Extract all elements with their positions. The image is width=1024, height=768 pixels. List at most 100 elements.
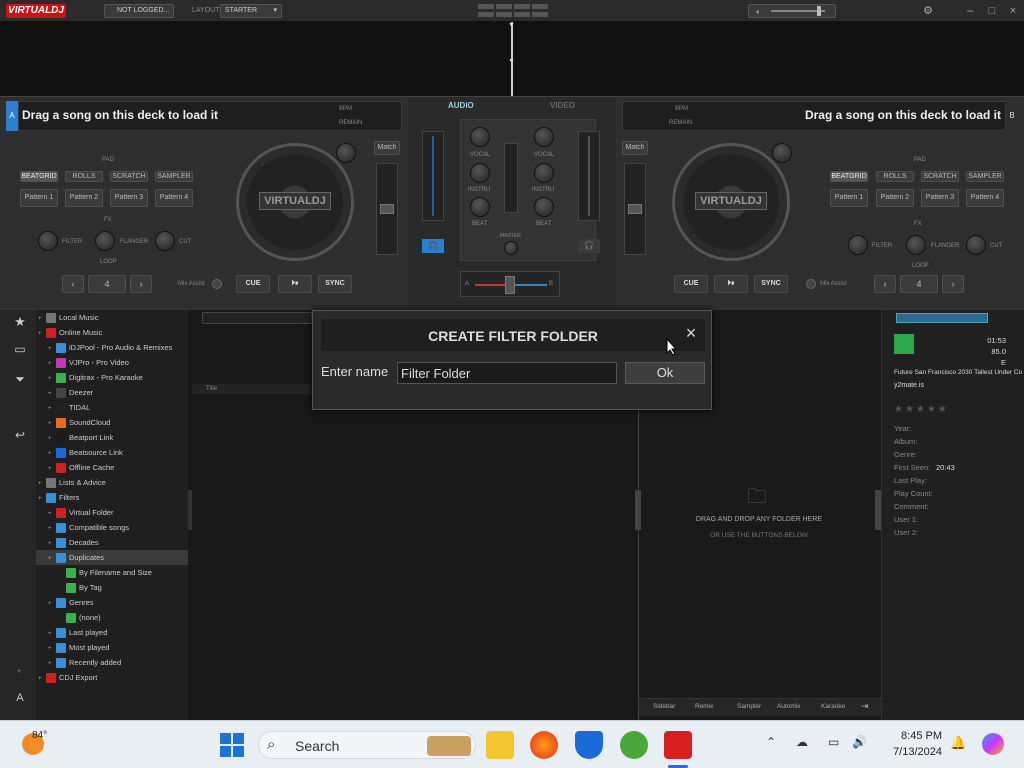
- tree-item[interactable]: + Decades: [36, 535, 188, 550]
- tree-item[interactable]: + SoundCloud: [36, 415, 188, 430]
- mix-assist-toggle-left[interactable]: [212, 279, 222, 289]
- pad-mode-sampler-left[interactable]: SAMPLER: [155, 171, 193, 182]
- tree-item[interactable]: + CDJ Export: [36, 670, 188, 685]
- ok-button[interactable]: Ok: [625, 362, 705, 384]
- sidebar-collapse-handle[interactable]: [188, 490, 192, 530]
- pitch-slider-left[interactable]: [376, 163, 398, 255]
- fx-cut-knob-right[interactable]: [966, 235, 986, 255]
- play-pause-button-left[interactable]: ⏵⏸: [278, 275, 312, 293]
- tree-item[interactable]: + Deezer: [36, 385, 188, 400]
- tree-item[interactable]: + Digitrax - Pro Karaoke: [36, 370, 188, 385]
- volume-fader-left[interactable]: [422, 131, 444, 221]
- tree-item[interactable]: + Beatport Link: [36, 430, 188, 445]
- fx-filter-knob-left[interactable]: [38, 231, 58, 251]
- match-button-right[interactable]: Match: [622, 141, 648, 155]
- tree-item[interactable]: + Filters: [36, 490, 188, 505]
- virtualdj-taskbar-icon[interactable]: [664, 731, 692, 759]
- stem-instru-knob-left[interactable]: [470, 163, 490, 183]
- info-field-value[interactable]: 20:43: [936, 463, 955, 472]
- master-volume-slider[interactable]: ◂: [748, 4, 836, 18]
- tab-sampler[interactable]: Sampler: [737, 703, 761, 710]
- pad-pattern-2-left[interactable]: Pattern 2: [65, 189, 103, 207]
- tree-item[interactable]: + Genres: [36, 595, 188, 610]
- account-button[interactable]: NOT LOGGED...: [104, 4, 174, 18]
- tab-karaoke[interactable]: Karaoke: [821, 703, 845, 710]
- weather-temp[interactable]: 84°: [32, 730, 47, 741]
- clock-time[interactable]: 8:45 PM: [884, 730, 942, 742]
- tree-item[interactable]: By Filename and Size: [36, 565, 188, 580]
- defender-shield-icon[interactable]: [575, 731, 603, 759]
- tree-item[interactable]: + Recently added: [36, 655, 188, 670]
- volume-handle[interactable]: [817, 6, 821, 16]
- jogwheel-right[interactable]: VIRTUALDJ: [672, 143, 790, 261]
- tree-item[interactable]: + Duplicates: [36, 550, 188, 565]
- pad-pattern-4-left[interactable]: Pattern 4: [155, 189, 193, 207]
- sync-button-right[interactable]: SYNC: [754, 275, 788, 293]
- pad-mode-beatgrid-left[interactable]: BEATGRID: [20, 171, 58, 182]
- sync-button-left[interactable]: SYNC: [318, 275, 352, 293]
- expand-arrow-icon[interactable]: +: [38, 672, 46, 687]
- pad-mode-scratch-right[interactable]: SCRATCH: [921, 171, 959, 182]
- layout-grid-icon[interactable]: [478, 4, 548, 18]
- tree-item[interactable]: + Local Music: [36, 310, 188, 325]
- deck-right-song-bar[interactable]: BPM REMAIN Drag a song on this deck to l…: [622, 101, 1006, 131]
- loop-size-right[interactable]: 4: [900, 275, 938, 293]
- preview-progress-bar[interactable]: [896, 313, 988, 323]
- tab-remix[interactable]: Remix: [695, 703, 713, 710]
- maximize-icon[interactable]: □: [984, 3, 1000, 19]
- pad-pattern-1-left[interactable]: Pattern 1: [20, 189, 58, 207]
- stem-beat-knob-left[interactable]: [470, 197, 490, 217]
- pad-pattern-3-right[interactable]: Pattern 3: [921, 189, 959, 207]
- stem-beat-knob-right[interactable]: [534, 197, 554, 217]
- fx-flanger-knob-right[interactable]: [906, 235, 926, 255]
- loop-decrease-left[interactable]: ‹: [62, 275, 84, 293]
- speaker-volume-icon[interactable]: 🔊: [852, 735, 867, 749]
- match-button-left[interactable]: Match: [374, 141, 400, 155]
- dialog-close-icon[interactable]: ×: [681, 323, 701, 343]
- crossfader-handle[interactable]: [505, 276, 515, 294]
- tab-automix[interactable]: Automix: [777, 703, 800, 710]
- windows-start-icon[interactable]: [220, 733, 244, 757]
- tree-item[interactable]: + Online Music: [36, 325, 188, 340]
- tree-item[interactable]: + Offline Cache: [36, 460, 188, 475]
- cue-button-right[interactable]: CUE: [674, 275, 708, 293]
- tab-more-icon[interactable]: ⇥: [861, 701, 869, 712]
- pane-resize-handle-left[interactable]: [635, 490, 641, 530]
- settings-gear-icon[interactable]: ⚙: [920, 3, 936, 19]
- rating-stars-icon[interactable]: ★★★★★: [894, 404, 949, 415]
- tree-item[interactable]: + iDJPool - Pro Audio & Remixes: [36, 340, 188, 355]
- master-knob[interactable]: [504, 241, 518, 255]
- tab-video[interactable]: VIDEO: [550, 101, 575, 110]
- pitch-slider-right[interactable]: [624, 163, 646, 255]
- waveform-area[interactable]: ▼ ▼: [0, 22, 1024, 96]
- tonearm-knob-left[interactable]: [336, 143, 356, 163]
- title-column-header[interactable]: Title: [192, 384, 312, 394]
- minimize-icon[interactable]: –: [962, 3, 978, 19]
- tonearm-knob-right[interactable]: [772, 143, 792, 163]
- layout-select[interactable]: STARTER ▾: [220, 4, 282, 18]
- pad-mode-sampler-right[interactable]: SAMPLER: [966, 171, 1004, 182]
- cue-button-left[interactable]: CUE: [236, 275, 270, 293]
- add-icon[interactable]: +: [14, 666, 24, 676]
- pad-mode-rolls-right[interactable]: ROLLS: [876, 171, 914, 182]
- pad-mode-beatgrid-right[interactable]: BEATGRID: [830, 171, 868, 182]
- tree-item[interactable]: + TIDAL: [36, 400, 188, 415]
- taskbar-search-box[interactable]: ⌕ Search: [258, 731, 476, 759]
- onedrive-icon[interactable]: ☁: [796, 735, 808, 749]
- network-icon[interactable]: ▭: [828, 735, 839, 749]
- star-icon[interactable]: ★: [9, 314, 31, 334]
- tray-chevron-up-icon[interactable]: ⌃: [766, 735, 776, 749]
- filter-icon[interactable]: ⏷: [9, 372, 31, 392]
- jogwheel-left[interactable]: VIRTUALDJ: [236, 143, 354, 261]
- tab-sidebar[interactable]: Sidebar: [653, 703, 675, 710]
- stem-vocal-knob-left[interactable]: [470, 127, 490, 147]
- stem-instru-knob-right[interactable]: [534, 163, 554, 183]
- tree-item[interactable]: + VJPro - Pro Video: [36, 355, 188, 370]
- tree-item[interactable]: (none): [36, 610, 188, 625]
- loop-size-left[interactable]: 4: [88, 275, 126, 293]
- font-size-icon[interactable]: A: [9, 692, 31, 710]
- pad-pattern-2-right[interactable]: Pattern 2: [876, 189, 914, 207]
- pad-mode-scratch-left[interactable]: SCRATCH: [110, 171, 148, 182]
- tree-item[interactable]: + Most played: [36, 640, 188, 655]
- utorrent-icon[interactable]: [620, 731, 648, 759]
